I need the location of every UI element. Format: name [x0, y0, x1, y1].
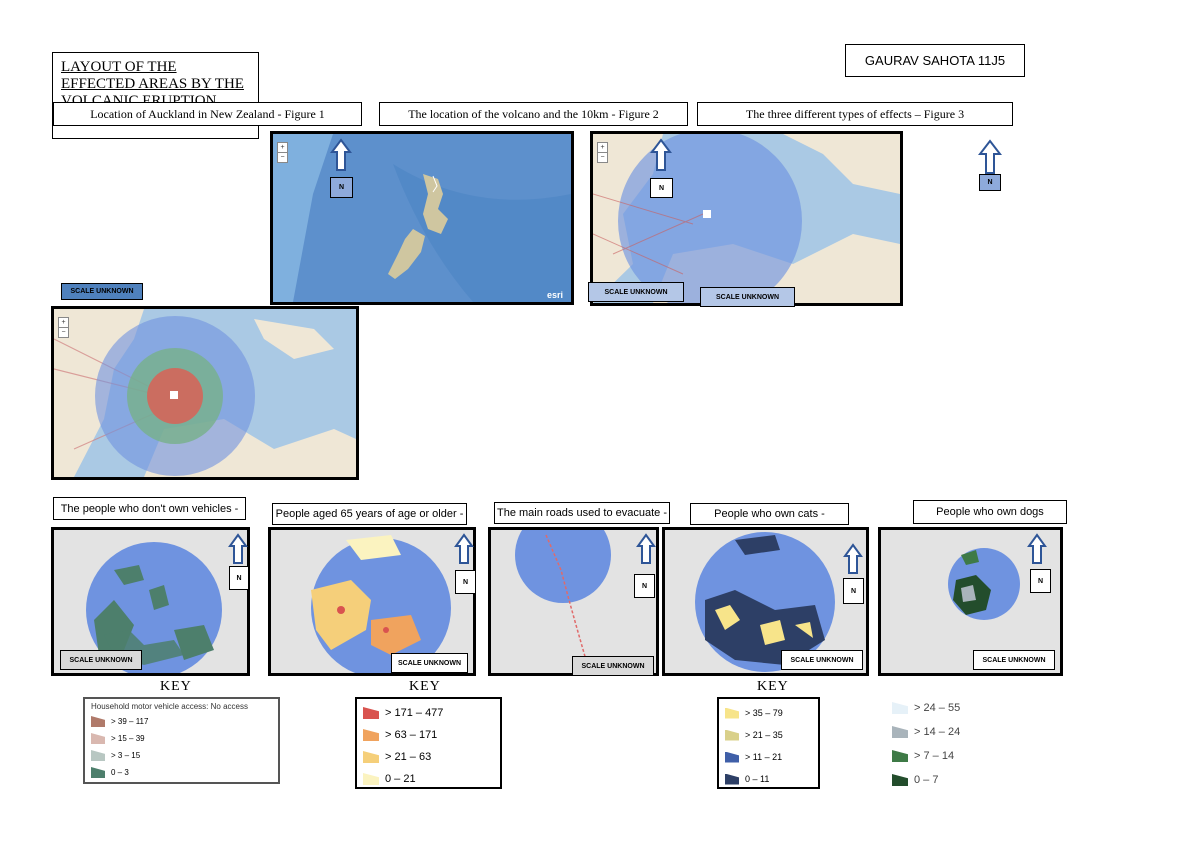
north-label-box: N	[1030, 569, 1051, 593]
scale-unknown-tag: SCALE UNKNOWN	[781, 650, 863, 670]
north-arrow-icon	[454, 533, 474, 564]
legend-swatch	[725, 773, 739, 785]
north-arrow-icon	[843, 543, 863, 574]
figure-2-map: + −	[590, 131, 903, 306]
north-label-box: N	[650, 178, 673, 198]
legend-item: > 15 – 39	[91, 730, 272, 747]
zoom-out-icon[interactable]: −	[58, 327, 69, 338]
north-label-box: N	[229, 566, 249, 590]
roads-map	[488, 527, 659, 676]
vehicles-panel-caption: The people who don't own vehicles -	[53, 497, 246, 520]
legend-swatch	[363, 751, 379, 763]
legend-swatch	[91, 716, 105, 727]
legend-swatch	[725, 729, 739, 741]
new-zealand-map-graphic	[273, 134, 571, 302]
three-effects-map-graphic	[54, 309, 356, 477]
north-label-box: N	[979, 174, 1001, 191]
north-label-box: N	[843, 578, 864, 604]
key-label-age: KEY	[409, 679, 441, 694]
key-label-vehicles: KEY	[160, 679, 192, 694]
figure-3-map: + −	[51, 306, 359, 480]
north-arrow-icon	[330, 138, 352, 171]
figure-1-map: + − esri	[270, 131, 574, 305]
legend-item: > 21 – 63	[363, 746, 494, 768]
legend-item: > 39 – 117	[91, 713, 272, 730]
legend-swatch	[363, 729, 379, 741]
legend-swatch	[892, 726, 908, 738]
roads-panel-caption: The main roads used to evacuate -	[494, 502, 670, 524]
scale-unknown-tag: SCALE UNKNOWN	[700, 287, 795, 307]
legend-item: 0 – 21	[363, 768, 494, 790]
legend-swatch	[363, 707, 379, 719]
legend-item: 0 – 11	[725, 768, 812, 790]
legend-item: > 14 – 24	[892, 720, 998, 744]
legend-item: > 21 – 35	[725, 724, 812, 746]
age-panel-caption: People aged 65 years of age or older -	[272, 503, 467, 525]
figure-3-caption: The three different types of effects – F…	[697, 102, 1013, 126]
legend-item: > 7 – 14	[892, 744, 998, 768]
zoom-out-icon[interactable]: −	[597, 152, 608, 163]
legend-title: Household motor vehicle access: No acces…	[91, 702, 248, 711]
legend-swatch	[91, 767, 105, 778]
cats-legend: > 35 – 79 > 21 – 35 > 11 – 21 0 – 11	[717, 697, 820, 789]
key-label-cats: KEY	[757, 679, 789, 694]
north-label-box: N	[330, 177, 353, 198]
legend-swatch	[892, 774, 908, 786]
north-label-box: N	[634, 574, 655, 598]
north-label-box: N	[455, 570, 476, 594]
figure-2-caption: The location of the volcano and the 10km…	[379, 102, 688, 126]
legend-swatch	[725, 707, 739, 719]
legend-item: > 24 – 55	[892, 696, 998, 720]
legend-item: 0 – 7	[892, 768, 998, 792]
age-legend: > 171 – 477 > 63 – 171 > 21 – 63 0 – 21	[355, 697, 502, 789]
legend-item: > 171 – 477	[363, 702, 494, 724]
legend-swatch	[892, 750, 908, 762]
scale-unknown-tag: SCALE UNKNOWN	[973, 650, 1055, 670]
dogs-panel-caption: People who own dogs	[913, 500, 1067, 524]
scale-unknown-tag: SCALE UNKNOWN	[572, 656, 654, 676]
esri-logo: esri	[547, 290, 564, 300]
legend-swatch	[892, 702, 908, 714]
legend-item: > 11 – 21	[725, 746, 812, 768]
legend-swatch	[91, 733, 105, 744]
cats-panel-caption: People who own cats -	[690, 503, 849, 525]
zoom-out-icon[interactable]: −	[277, 152, 288, 163]
figure-1-caption: Location of Auckland in New Zealand - Fi…	[53, 102, 362, 126]
scale-unknown-tag: SCALE UNKNOWN	[588, 282, 684, 302]
legend-item: > 35 – 79	[725, 702, 812, 724]
scale-unknown-tag: SCALE UNKNOWN	[60, 650, 142, 670]
dogs-legend: > 24 – 55 > 14 – 24 > 7 – 14 0 – 7	[890, 696, 1000, 792]
legend-swatch	[91, 750, 105, 761]
author-name: GAURAV SAHOTA 11J5	[845, 44, 1025, 77]
legend-swatch	[363, 773, 379, 785]
legend-swatch	[725, 751, 739, 763]
north-arrow-icon	[1027, 533, 1047, 564]
legend-item: > 63 – 171	[363, 724, 494, 746]
legend-item: > 3 – 15	[91, 747, 272, 764]
vehicles-legend: Household motor vehicle access: No acces…	[83, 697, 280, 784]
volcano-radius-map-graphic	[593, 134, 900, 303]
north-arrow-icon	[636, 533, 656, 564]
scale-unknown-tag: SCALE UNKNOWN	[61, 283, 143, 300]
north-arrow-icon	[650, 138, 672, 171]
north-arrow-icon	[978, 139, 1002, 174]
legend-item: 0 – 3	[91, 764, 272, 781]
scale-unknown-tag: SCALE UNKNOWN	[391, 653, 468, 673]
north-arrow-icon	[228, 533, 248, 564]
